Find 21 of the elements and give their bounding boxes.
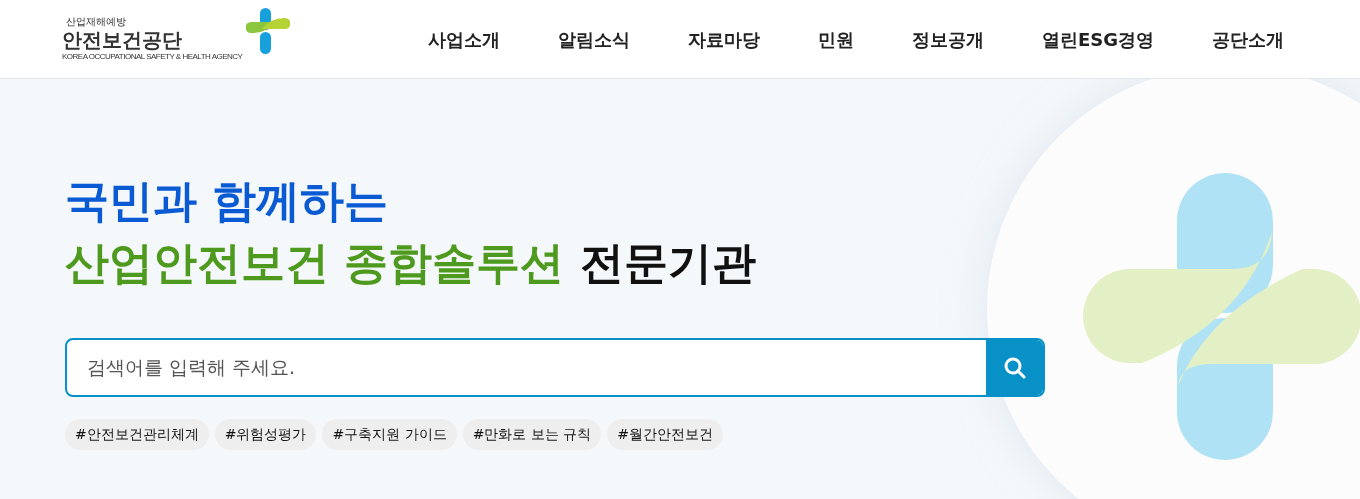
nav-link[interactable]: 자료마당 xyxy=(687,25,760,53)
headline-text: 국민과 함께하는 xyxy=(65,174,389,228)
nav-link[interactable]: 민원 xyxy=(817,25,854,53)
hashtag-chip[interactable]: #만화로 보는 규칙 xyxy=(462,419,602,450)
search-button[interactable] xyxy=(986,340,1043,395)
logo-subtitle: KOREA OCCUPATIONAL SAFETY & HEALTH AGENCY xyxy=(62,52,243,62)
nav-link[interactable]: 알림소식 xyxy=(557,25,630,53)
hashtag-chip[interactable]: #안전보건관리체계 xyxy=(65,419,209,450)
nav-link[interactable]: 정보공개 xyxy=(911,25,984,53)
logo-name[interactable]: 안전보건공단 xyxy=(62,28,243,52)
search-icon xyxy=(1002,355,1027,380)
hashtag-chip[interactable]: #구축지원 가이드 xyxy=(322,419,457,450)
hashtag-chip[interactable]: #월간안전보건 xyxy=(607,419,724,450)
cross-logo-icon xyxy=(246,8,291,54)
logo-tagline: 산업재해예방 xyxy=(66,16,127,28)
nav-link[interactable]: 공단소개 xyxy=(1212,25,1284,53)
nav-link[interactable]: 열린ESG경영 xyxy=(1041,25,1154,53)
headline-text: 산업안전보건 종합솔루션 xyxy=(65,236,565,290)
headline-text: 전문기관 xyxy=(580,236,757,290)
hashtag-chip[interactable]: #위험성평가 xyxy=(214,419,317,450)
nav-link[interactable]: 사업소개 xyxy=(427,25,500,53)
